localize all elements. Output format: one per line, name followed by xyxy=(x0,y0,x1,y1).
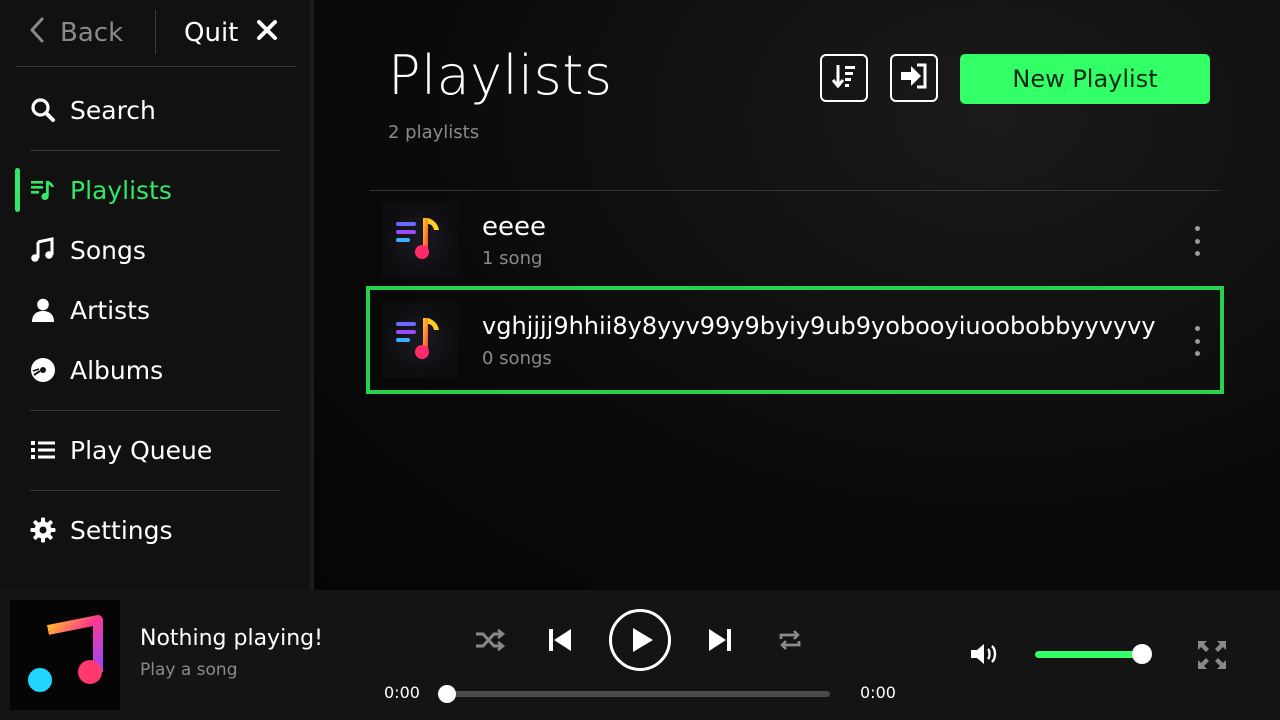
playlist-thumbnail xyxy=(382,202,458,278)
volume-slider[interactable] xyxy=(1035,651,1142,658)
playlist-thumbnail xyxy=(382,302,458,378)
sidebar-item-label: Songs xyxy=(70,235,146,265)
sidebar-item-play-queue[interactable]: Play Queue xyxy=(30,430,212,470)
search-icon xyxy=(30,97,56,123)
playlist-music-icon xyxy=(396,318,439,359)
seek-bar[interactable] xyxy=(447,691,830,697)
back-label: Back xyxy=(60,18,124,48)
elapsed-time: 0:00 xyxy=(384,683,420,702)
music-note-icon xyxy=(28,615,103,692)
shuffle-icon xyxy=(476,628,506,652)
sidebar-item-label: Artists xyxy=(70,295,150,325)
seek-handle[interactable] xyxy=(438,685,456,703)
sidebar-item-settings[interactable]: Settings xyxy=(30,510,173,550)
sort-button[interactable] xyxy=(820,54,868,102)
now-playing-subtitle: Play a song xyxy=(140,660,238,680)
chevron-left-icon xyxy=(28,16,46,51)
back-button[interactable]: Back xyxy=(28,14,123,52)
sort-icon xyxy=(830,62,858,94)
close-icon xyxy=(256,18,278,48)
volume-button[interactable] xyxy=(968,638,1002,670)
playlist-song-count: 1 song xyxy=(482,248,543,269)
playlist-name: eeee xyxy=(482,212,546,242)
quit-button[interactable]: Quit xyxy=(184,14,278,52)
sidebar-item-songs[interactable]: Songs xyxy=(30,230,146,270)
sidebar-item-artists[interactable]: Artists xyxy=(30,290,150,330)
sidebar-item-label: Search xyxy=(70,95,156,125)
sidebar-item-label: Settings xyxy=(70,515,173,545)
page-title: Playlists xyxy=(388,44,613,107)
playlist-song-count: 0 songs xyxy=(482,348,552,369)
album-art xyxy=(10,600,120,710)
total-time: 0:00 xyxy=(860,683,896,702)
sidebar-item-playlists[interactable]: Playlists xyxy=(30,170,172,210)
disc-icon xyxy=(30,357,56,383)
sidebar-item-label: Playlists xyxy=(70,175,172,205)
person-icon xyxy=(30,297,56,323)
fullscreen-icon xyxy=(1198,641,1226,669)
active-indicator xyxy=(15,168,20,212)
sidebar-divider-line xyxy=(30,410,280,411)
nav-divider xyxy=(155,10,156,54)
play-icon xyxy=(632,628,653,652)
sidebar-item-albums[interactable]: Albums xyxy=(30,350,163,390)
fullscreen-button[interactable] xyxy=(1194,638,1230,672)
top-nav: Back Quit xyxy=(16,0,296,67)
more-options-icon[interactable] xyxy=(1190,226,1204,256)
sidebar-item-search[interactable]: Search xyxy=(30,90,156,130)
gear-icon xyxy=(30,517,56,543)
repeat-icon xyxy=(779,630,801,650)
playlist-row-selected[interactable]: vghjjjj9hhii8y8yyv99y9byiy9ub9yobooyiuoo… xyxy=(366,286,1224,394)
import-button[interactable] xyxy=(890,54,938,102)
playlist-count: 2 playlists xyxy=(388,122,480,143)
previous-button[interactable] xyxy=(544,624,576,656)
skip-next-icon xyxy=(709,629,731,651)
playlist-music-icon xyxy=(396,218,439,259)
playlist-row[interactable]: eeee 1 song xyxy=(370,190,1220,290)
sidebar-divider-line xyxy=(30,490,280,491)
list-icon xyxy=(30,437,56,463)
music-note-icon xyxy=(30,237,56,263)
playlist-name: vghjjjj9hhii8y8yyv99y9byiy9ub9yobooyiuoo… xyxy=(482,312,1156,340)
sidebar-item-label: Albums xyxy=(70,355,164,385)
volume-icon xyxy=(971,644,997,664)
playlist-music-icon xyxy=(30,177,56,203)
skip-previous-icon xyxy=(549,629,571,651)
more-options-icon[interactable] xyxy=(1190,326,1204,356)
import-icon xyxy=(899,62,929,94)
repeat-button[interactable] xyxy=(774,624,806,656)
volume-handle[interactable] xyxy=(1132,644,1152,664)
next-button[interactable] xyxy=(704,624,736,656)
sidebar-divider-line xyxy=(30,150,280,151)
play-button[interactable] xyxy=(609,609,671,671)
new-playlist-button[interactable]: New Playlist xyxy=(960,54,1210,104)
now-playing-title: Nothing playing! xyxy=(140,626,323,651)
shuffle-button[interactable] xyxy=(472,624,508,656)
quit-label: Quit xyxy=(184,18,239,48)
sidebar-item-label: Play Queue xyxy=(70,435,213,465)
